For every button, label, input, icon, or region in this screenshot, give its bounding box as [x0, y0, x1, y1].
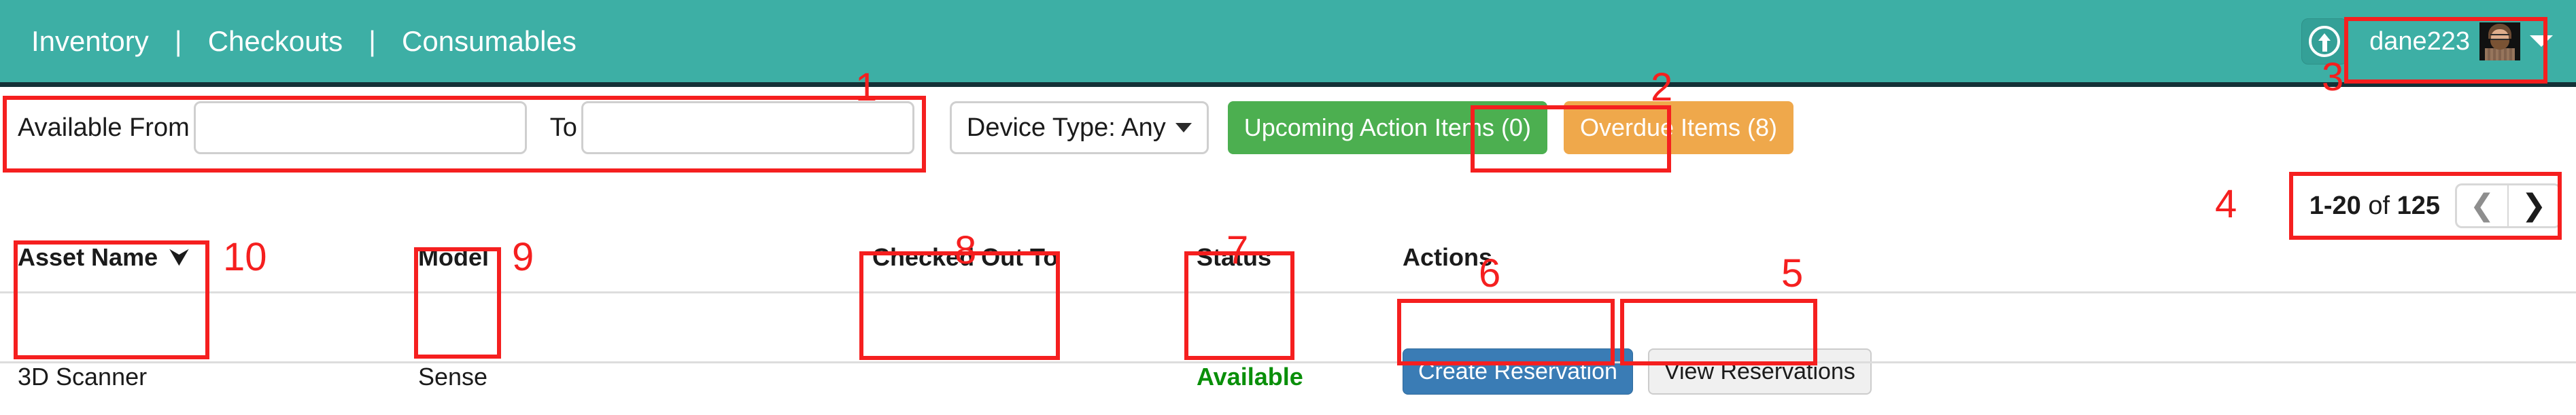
nav-item-checkouts[interactable]: Checkouts — [192, 26, 359, 56]
inventory-table: Asset Name ⮟ Model Checked Out To Status… — [0, 239, 2576, 395]
column-header-status[interactable]: Status — [1197, 239, 1271, 276]
nav-right-group: dane223 — [2301, 0, 2564, 82]
column-header-asset-name-label: Asset Name — [18, 243, 158, 271]
upcoming-action-items-button[interactable]: Upcoming Action Items (0) — [1227, 101, 1547, 154]
cell-model: Sense — [418, 363, 488, 391]
pagination-next-button[interactable]: ❯ — [2508, 183, 2561, 228]
create-reservation-button[interactable]: Create Reservation — [1403, 348, 1633, 395]
chevron-right-icon: ❯ — [2521, 188, 2547, 223]
filter-bar: Available From To Device Type: Any Upcom… — [0, 92, 2576, 163]
nav-separator-1: | — [174, 24, 182, 57]
table-divider-top — [0, 291, 2576, 293]
available-from-input[interactable] — [193, 101, 527, 154]
overdue-items-button[interactable]: Overdue Items (8) — [1563, 101, 1794, 154]
table-divider-bottom — [0, 361, 2576, 363]
column-header-model-label: Model — [418, 243, 489, 271]
column-header-checked-out-to-label: Checked Out To — [872, 243, 1059, 271]
pagination-buttons: ❮ ❯ — [2455, 183, 2561, 228]
pagination-total: 125 — [2397, 191, 2440, 220]
user-name-label: dane223 — [2369, 26, 2470, 56]
cell-actions: Create Reservation View Reservations — [1403, 348, 1872, 395]
arrow-up-circle-icon — [2309, 25, 2341, 57]
pagination-prev-button[interactable]: ❮ — [2455, 183, 2508, 228]
to-label: To — [549, 113, 577, 142]
available-from-label: Available From — [18, 113, 190, 142]
chevron-left-icon: ❮ — [2469, 188, 2495, 223]
column-header-checked-out-to[interactable]: Checked Out To — [872, 239, 1058, 276]
sort-descending-icon: ⮟ — [170, 245, 189, 270]
user-menu[interactable]: dane223 — [2358, 16, 2564, 67]
annotation-label-4: 4 — [2215, 182, 2237, 226]
top-navbar: Inventory | Checkouts | Consumables dane… — [0, 0, 2576, 87]
avatar — [2479, 22, 2520, 60]
cell-status: Available — [1197, 363, 1303, 391]
table-header-row: Asset Name ⮟ Model Checked Out To Status… — [0, 239, 2576, 291]
column-header-actions: Actions — [1403, 239, 1492, 276]
column-header-actions-label: Actions — [1403, 243, 1493, 271]
column-header-model[interactable]: Model — [418, 239, 489, 276]
device-type-dropdown[interactable]: Device Type: Any — [949, 101, 1209, 154]
column-header-asset-name[interactable]: Asset Name ⮟ — [18, 239, 188, 276]
upload-button[interactable] — [2301, 18, 2348, 65]
primary-nav: Inventory | Checkouts | Consumables — [15, 0, 593, 82]
column-header-status-label: Status — [1197, 243, 1272, 271]
nav-item-inventory[interactable]: Inventory — [15, 26, 165, 56]
view-reservations-button[interactable]: View Reservations — [1647, 348, 1872, 395]
chevron-down-icon — [1175, 123, 1192, 132]
pagination-range: 1-20 — [2309, 191, 2361, 220]
pagination-summary: 1-20 of 125 — [2309, 192, 2440, 221]
pagination-of: of — [2360, 191, 2397, 220]
available-to-input[interactable] — [581, 101, 914, 154]
nav-separator-2: | — [368, 24, 377, 57]
cell-asset-name[interactable]: 3D Scanner — [18, 359, 147, 395]
chevron-down-icon — [2530, 35, 2553, 47]
device-type-label: Device Type: Any — [966, 113, 1166, 142]
pagination: 1-20 of 125 ❮ ❯ — [2309, 183, 2561, 228]
table-row: 3D Scanner Sense Available Create Reserv… — [0, 344, 2576, 415]
nav-item-consumables[interactable]: Consumables — [385, 26, 593, 56]
